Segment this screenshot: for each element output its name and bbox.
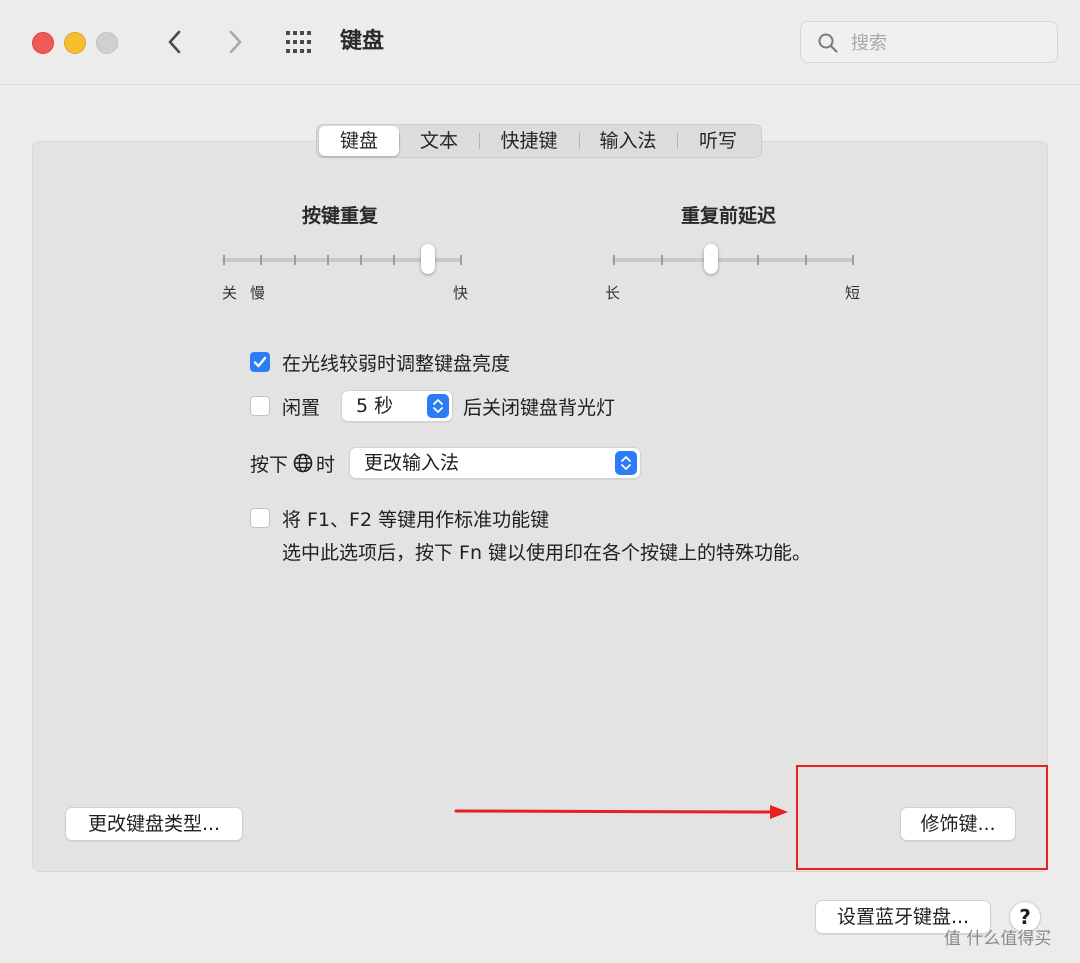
popup-stepper bbox=[615, 451, 637, 475]
tick bbox=[661, 255, 663, 265]
chevron-right-icon bbox=[229, 30, 242, 54]
tick bbox=[757, 255, 759, 265]
annotation-arrow-icon bbox=[454, 805, 788, 819]
search-icon bbox=[818, 33, 838, 53]
idle-label: 闲置 bbox=[282, 397, 321, 419]
slider-label-long: 长 bbox=[605, 284, 621, 302]
slider-label-slow: 慢 bbox=[250, 284, 266, 302]
tab-keyboard[interactable]: 键盘 bbox=[319, 126, 399, 156]
back-button[interactable] bbox=[160, 24, 190, 60]
function-keys-label: 将 F1、F2 等键用作标准功能键 bbox=[282, 509, 550, 531]
show-all-button[interactable] bbox=[284, 28, 316, 56]
tick bbox=[294, 255, 296, 265]
tick bbox=[360, 255, 362, 265]
checkmark-icon bbox=[253, 356, 267, 368]
tab-dictation[interactable]: 听写 bbox=[677, 126, 759, 156]
minimize-window-button[interactable] bbox=[64, 32, 86, 54]
slider-label-short: 短 bbox=[845, 284, 861, 302]
tick bbox=[852, 255, 854, 265]
globe-key-suffix: 时 bbox=[316, 454, 336, 476]
tick bbox=[393, 255, 395, 265]
forward-button[interactable] bbox=[220, 24, 250, 60]
tab-shortcuts[interactable]: 快捷键 bbox=[479, 126, 579, 156]
backlight-off-checkbox[interactable] bbox=[250, 396, 270, 416]
tick bbox=[460, 255, 462, 265]
chevron-left-icon bbox=[168, 30, 181, 54]
annotation-highlight-box bbox=[796, 765, 1048, 870]
chevron-up-down-icon bbox=[433, 399, 443, 413]
search-input[interactable] bbox=[849, 28, 1048, 58]
adjust-brightness-checkbox[interactable] bbox=[250, 352, 270, 372]
adjust-brightness-label: 在光线较弱时调整键盘亮度 bbox=[282, 353, 511, 375]
idle-time-value: 5 秒 bbox=[356, 395, 394, 417]
function-keys-checkbox[interactable] bbox=[250, 508, 270, 528]
backlight-off-label: 后关闭键盘背光灯 bbox=[463, 397, 616, 419]
tick bbox=[613, 255, 615, 265]
chevron-up-down-icon bbox=[621, 456, 631, 470]
globe-key-prefix: 按下 bbox=[250, 454, 289, 476]
search-field[interactable] bbox=[800, 21, 1058, 63]
idle-time-popup[interactable]: 5 秒 bbox=[342, 391, 452, 421]
globe-key-action-value: 更改输入法 bbox=[364, 452, 460, 474]
tick bbox=[805, 255, 807, 265]
tick bbox=[223, 255, 225, 265]
slider-label-fast: 快 bbox=[453, 284, 469, 302]
slider-label-off: 关 bbox=[222, 284, 238, 302]
tab-bar: 键盘 文本 快捷键 输入法 听写 bbox=[316, 124, 762, 158]
close-window-button[interactable] bbox=[32, 32, 54, 54]
tab-input-sources[interactable]: 输入法 bbox=[579, 126, 677, 156]
tick bbox=[327, 255, 329, 265]
toolbar: 键盘 bbox=[0, 0, 1080, 85]
delay-thumb[interactable] bbox=[704, 244, 719, 274]
popup-stepper bbox=[427, 394, 449, 418]
globe-key-action-popup[interactable]: 更改输入法 bbox=[350, 448, 640, 478]
delay-track bbox=[612, 258, 854, 262]
function-keys-description: 选中此选项后，按下 Fn 键以使用印在各个按键上的特殊功能。 bbox=[282, 542, 812, 564]
key-repeat-title: 按键重复 bbox=[302, 205, 379, 227]
delay-until-repeat-title: 重复前延迟 bbox=[681, 205, 777, 227]
tick bbox=[260, 255, 262, 265]
tab-text[interactable]: 文本 bbox=[399, 126, 479, 156]
globe-icon bbox=[293, 453, 313, 473]
zoom-window-button[interactable] bbox=[96, 32, 118, 54]
grid-icon bbox=[286, 31, 311, 53]
window-title: 键盘 bbox=[340, 29, 385, 54]
watermark: 值 什么值得买 bbox=[944, 929, 1052, 949]
change-keyboard-type-button[interactable]: 更改键盘类型... bbox=[66, 808, 242, 840]
key-repeat-thumb[interactable] bbox=[421, 244, 436, 274]
